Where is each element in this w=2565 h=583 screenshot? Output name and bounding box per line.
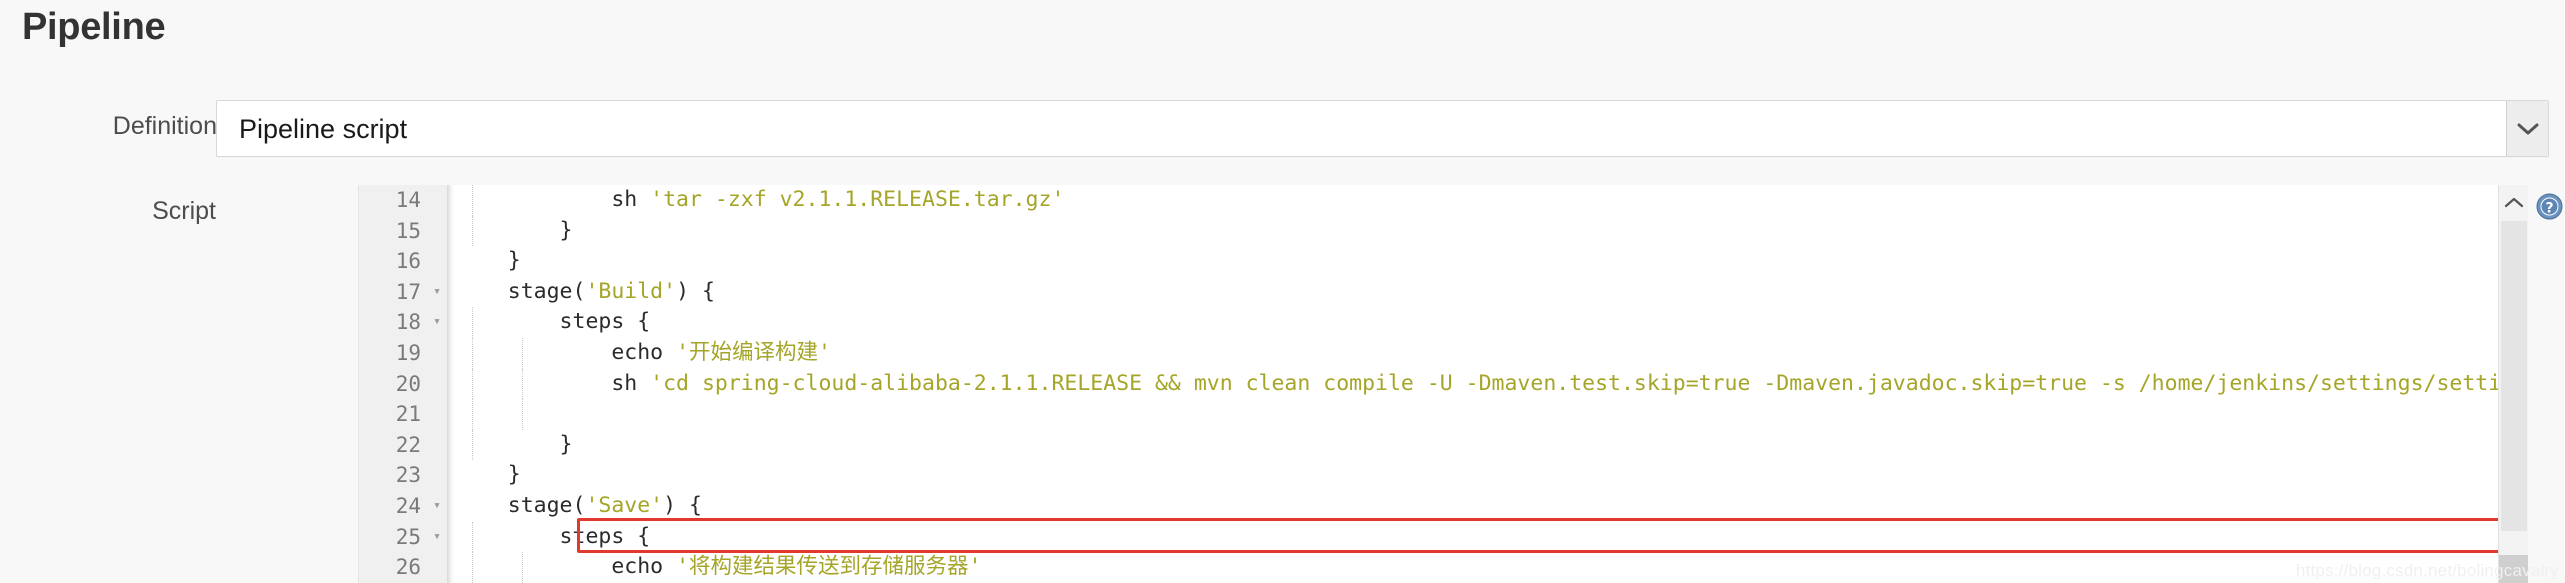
line-number: 15 — [395, 218, 421, 243]
watermark: https://blog.csdn.net/bolingcavalry — [2295, 561, 2559, 580]
gutter-edge-divider — [447, 185, 454, 583]
code-line[interactable]: sh 'cd spring-cloud-alibaba-2.1.1.RELEAS… — [454, 368, 2498, 400]
code-token: 'Save' — [585, 492, 664, 518]
line-number: 20 — [395, 371, 421, 396]
pipeline-config-page: Pipeline Definition Pipeline script Scri… — [0, 0, 2565, 583]
code-token: '开始编译构建' — [676, 339, 831, 365]
chevron-down-icon[interactable] — [2506, 101, 2548, 156]
indent-guide — [472, 399, 473, 430]
page-title: Pipeline — [22, 6, 166, 48]
code-line[interactable]: echo '将构建结果传送到存储服务器' — [454, 552, 2498, 583]
indent-guide — [522, 368, 523, 400]
code-line[interactable]: } — [454, 429, 2498, 461]
editor-line-number-gutter: 14151617▾18▾192021222324▾25▾26272829 — [359, 185, 447, 583]
line-number: 21 — [395, 402, 421, 427]
indent-guide — [472, 185, 473, 216]
indent-guide — [472, 337, 473, 369]
chevron-up-icon[interactable] — [2499, 185, 2528, 219]
code-line[interactable] — [454, 399, 2498, 430]
code-token: sh — [456, 370, 651, 396]
definition-label: Definition — [112, 112, 217, 140]
line-number: 19 — [395, 340, 421, 365]
definition-select[interactable]: Pipeline script — [216, 100, 2549, 157]
code-token: } — [456, 217, 573, 243]
code-token: steps { — [456, 523, 651, 549]
code-line[interactable]: } — [454, 215, 2498, 247]
line-number: 22 — [395, 432, 421, 457]
code-line[interactable]: echo '开始编译构建' — [454, 337, 2498, 369]
svg-text:?: ? — [2545, 201, 2553, 217]
indent-guide — [472, 307, 473, 338]
code-token: 'Build' — [585, 278, 677, 304]
definition-form-row: Definition Pipeline script — [0, 100, 2565, 162]
code-token: 'cd spring-cloud-alibaba-2.1.1.RELEASE &… — [650, 370, 2498, 396]
code-token: } — [456, 462, 521, 488]
fold-toggle-icon[interactable]: ▾ — [433, 522, 441, 553]
code-line[interactable]: stage('Build') { — [454, 277, 2498, 308]
code-token: } — [456, 248, 521, 274]
code-token: stage( — [456, 492, 586, 518]
code-token: steps { — [456, 309, 651, 335]
line-number: 25 ▾ — [359, 522, 447, 553]
code-token: echo — [456, 339, 677, 365]
indent-guide — [472, 429, 473, 461]
code-line[interactable]: } — [454, 460, 2498, 491]
code-line[interactable]: sh 'tar -zxf v2.1.1.RELEASE.tar.gz' — [454, 185, 2498, 216]
code-token: echo — [456, 554, 677, 580]
help-circle-icon[interactable]: ? — [2536, 193, 2563, 220]
definition-select-value: Pipeline script — [239, 114, 408, 144]
indent-guide — [522, 399, 523, 430]
code-token: } — [456, 431, 573, 457]
indent-guide — [472, 552, 473, 583]
fold-toggle-icon[interactable]: ▾ — [433, 491, 441, 522]
code-token: sh — [456, 187, 651, 212]
code-line[interactable]: steps { — [454, 521, 2498, 553]
indent-guide — [472, 368, 473, 400]
editor-vertical-scrollbar[interactable] — [2498, 185, 2528, 583]
code-line[interactable]: stage('Save') { — [454, 491, 2498, 522]
code-token: ) { — [663, 492, 702, 518]
code-token: 'tar -zxf v2.1.1.RELEASE.tar.gz' — [650, 187, 1065, 212]
indent-guide — [522, 337, 523, 369]
script-code-editor[interactable]: 14151617▾18▾192021222324▾25▾26272829 sh … — [358, 185, 2498, 583]
code-token: stage( — [456, 278, 586, 304]
indent-guide — [472, 521, 473, 553]
line-number: 23 — [395, 463, 421, 488]
code-line[interactable]: steps { — [454, 307, 2498, 338]
line-number: 14 — [395, 188, 421, 212]
line-number: 16 — [395, 249, 421, 274]
indent-guide — [522, 552, 523, 583]
line-number: 17 ▾ — [359, 277, 447, 308]
line-number: 24 ▾ — [359, 491, 447, 522]
indent-guide — [472, 215, 473, 247]
fold-toggle-icon[interactable]: ▾ — [433, 307, 441, 338]
scrollbar-thumb[interactable] — [2501, 221, 2527, 531]
editor-code-area[interactable]: sh 'tar -zxf v2.1.1.RELEASE.tar.gz' } } … — [454, 185, 2498, 583]
script-label: Script — [152, 197, 216, 225]
code-line[interactable]: } — [454, 246, 2498, 277]
line-number: 18 ▾ — [359, 307, 447, 338]
fold-toggle-icon[interactable]: ▾ — [433, 277, 441, 308]
code-token: '将构建结果传送到存储服务器' — [676, 554, 982, 580]
code-token: ) { — [676, 278, 715, 304]
line-number: 26 — [395, 555, 421, 580]
